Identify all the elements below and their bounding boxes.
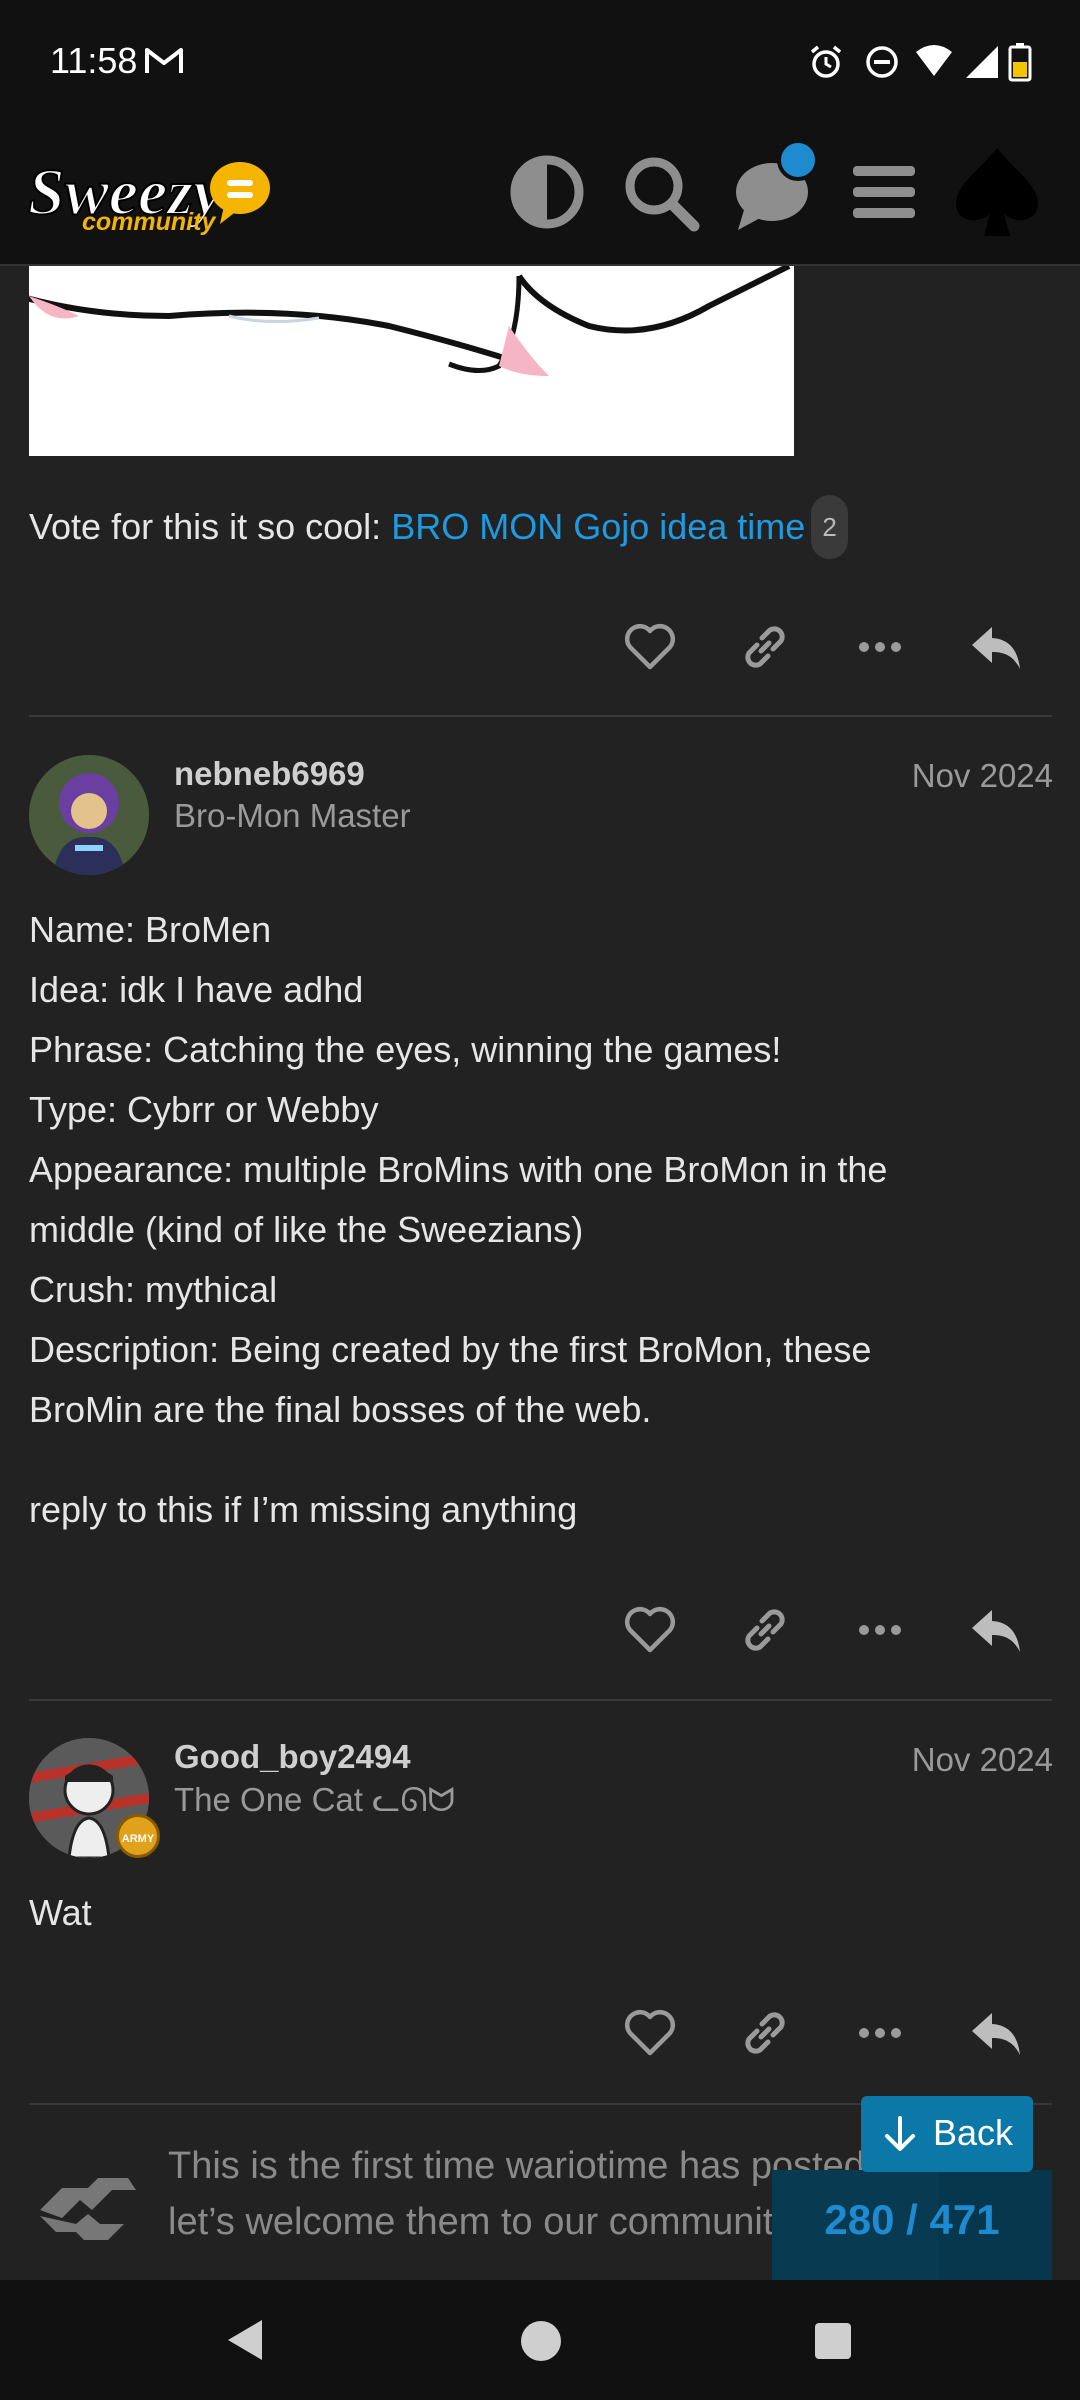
- vote-prefix: Vote for this it so cool:: [29, 506, 392, 547]
- post-line: BroMin are the final bosses of the web.: [29, 1389, 652, 1430]
- link-icon: [745, 2012, 785, 2054]
- signal-icon: [966, 46, 998, 78]
- user-title: Bro-Mon Master: [174, 797, 411, 834]
- do-not-disturb-icon: [866, 46, 898, 78]
- handshake-icon: [40, 2178, 136, 2240]
- post-line: Name: BroMen: [29, 909, 272, 950]
- copy-link-button[interactable]: [735, 1600, 795, 1660]
- menu-button[interactable]: [843, 150, 927, 234]
- gmail-icon: [145, 48, 183, 73]
- link-click-count: 2: [811, 495, 848, 559]
- post3-body: Wat: [29, 1892, 92, 1933]
- chat-button[interactable]: [730, 136, 830, 236]
- heart-icon: [624, 2009, 676, 2056]
- recents-nav-icon[interactable]: [812, 2320, 854, 2362]
- post-divider: [29, 715, 1052, 717]
- post-image[interactable]: [29, 266, 794, 456]
- username[interactable]: nebneb6969: [174, 755, 365, 793]
- hamburger-menu-icon: [853, 166, 915, 218]
- back-nav-icon[interactable]: [222, 2316, 268, 2364]
- post-date[interactable]: Nov 2024: [912, 1741, 1053, 1779]
- link-icon: [745, 1609, 785, 1651]
- post1-vote-line: Vote for this it so cool: BRO MON Gojo i…: [29, 495, 848, 559]
- ellipsis-icon: [859, 1625, 901, 1635]
- copy-link-button[interactable]: [735, 617, 795, 677]
- timeline-progress-text[interactable]: 280 / 471: [772, 2196, 1052, 2244]
- logo-subtitle: community: [82, 208, 216, 236]
- heart-icon: [624, 1606, 676, 1653]
- search-icon: [625, 157, 700, 232]
- ellipsis-icon: [859, 2028, 901, 2038]
- theme-toggle-button[interactable]: [505, 150, 589, 234]
- post-line: Type: Cybrr or Webby: [29, 1089, 379, 1130]
- search-button[interactable]: [618, 150, 702, 234]
- user-title: The One Cat ᓚᘏᗢ: [174, 1781, 455, 1818]
- link-icon: [745, 626, 785, 668]
- status-time: 11:58: [50, 40, 138, 81]
- heart-icon: [624, 623, 676, 670]
- like-button[interactable]: [620, 1600, 680, 1660]
- chat-icon: [736, 139, 819, 230]
- wifi-icon: [916, 45, 952, 76]
- topic-link[interactable]: BRO MON Gojo idea time: [391, 506, 805, 547]
- arrow-down-icon: [885, 2116, 915, 2151]
- army-badge[interactable]: ARMY: [116, 1814, 160, 1858]
- username[interactable]: Good_boy2494: [174, 1738, 411, 1776]
- alarm-icon: [810, 45, 842, 78]
- ellipsis-icon: [859, 642, 901, 652]
- back-button[interactable]: Back: [861, 2096, 1033, 2172]
- sweezy-logo[interactable]: Sweezy community: [24, 140, 274, 250]
- back-label: Back: [933, 2112, 1014, 2153]
- sketch-image: [29, 266, 791, 376]
- more-actions-button[interactable]: [850, 1600, 910, 1660]
- post-line: middle (kind of like the Sweezians): [29, 1209, 584, 1250]
- more-actions-button[interactable]: [850, 2003, 910, 2063]
- home-nav-icon[interactable]: [518, 2318, 564, 2364]
- post2-body: Name: BroMen Idea: idk I have adhd Phras…: [29, 900, 887, 1440]
- post2-footer-line: reply to this if I’m missing anything: [29, 1489, 578, 1530]
- like-button[interactable]: [620, 2003, 680, 2063]
- avatar-image: [29, 755, 149, 875]
- post-date[interactable]: Nov 2024: [912, 757, 1053, 795]
- like-button[interactable]: [620, 617, 680, 677]
- notification-dot: [777, 139, 819, 181]
- avatar[interactable]: [29, 755, 149, 875]
- post-line: Crush: mythical: [29, 1269, 278, 1310]
- post-line: Description: Being created by the first …: [29, 1329, 872, 1370]
- reply-icon: [972, 1610, 1020, 1652]
- post-line: Idea: idk I have adhd: [29, 969, 364, 1010]
- post-divider: [29, 1699, 1052, 1701]
- copy-link-button[interactable]: [735, 2003, 795, 2063]
- reply-icon: [972, 2013, 1020, 2055]
- reply-icon: [972, 627, 1020, 669]
- reply-button[interactable]: [966, 2003, 1026, 2063]
- spade-avatar-icon: [956, 148, 1038, 236]
- user-menu-button[interactable]: [950, 144, 1044, 240]
- battery-icon: [1008, 43, 1032, 82]
- reply-button[interactable]: [966, 617, 1026, 677]
- post-line: Appearance: multiple BroMins with one Br…: [29, 1149, 888, 1190]
- more-actions-button[interactable]: [850, 617, 910, 677]
- contrast-icon: [510, 155, 584, 229]
- post-line: Phrase: Catching the eyes, winning the g…: [29, 1029, 782, 1070]
- reply-button[interactable]: [966, 1600, 1026, 1660]
